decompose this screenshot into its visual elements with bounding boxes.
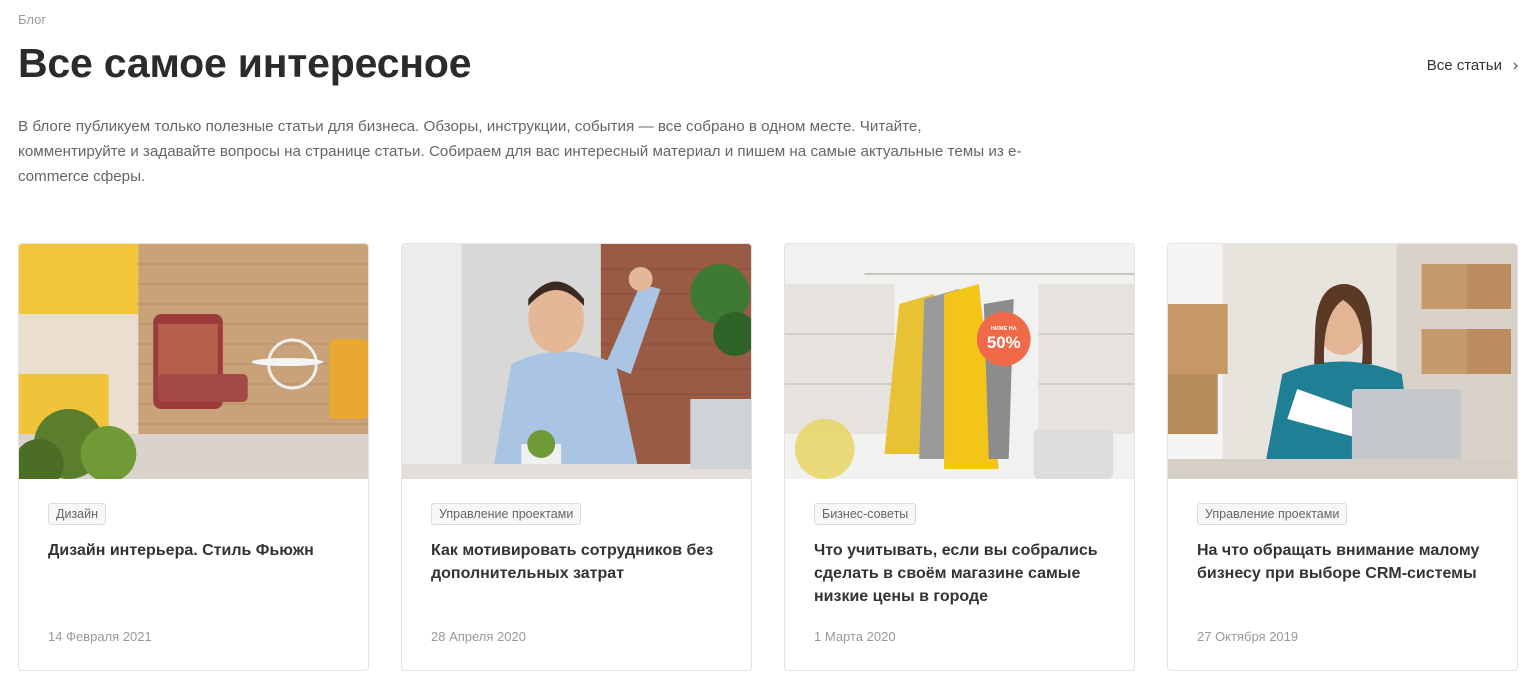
article-date: 28 Апреля 2020: [431, 629, 526, 644]
sale-badge-caption: НИЖЕ НА: [991, 326, 1017, 332]
sale-badge-value: 50%: [987, 333, 1021, 352]
article-date: 27 Октября 2019: [1197, 629, 1299, 644]
card-body: Управление проектами Как мотивировать со…: [431, 503, 731, 585]
article-cards: Дизайн Дизайн интерьера. Стиль Фьюжн 14 …: [18, 243, 1518, 671]
article-card[interactable]: Управление проектами Как мотивировать со…: [401, 243, 752, 671]
category-tag[interactable]: Управление проектами: [1197, 503, 1348, 525]
sale-clothes-rack-photo[interactable]: НИЖЕ НА 50%: [785, 244, 1134, 479]
article-date: 14 Февраля 2021: [48, 629, 152, 644]
all-articles-link[interactable]: Все статьи: [1427, 57, 1520, 74]
category-tag[interactable]: Дизайн: [48, 503, 107, 525]
article-title[interactable]: Как мотивировать сотрудников без дополни…: [431, 539, 721, 585]
breadcrumb[interactable]: Блог: [18, 12, 46, 27]
card-body: Управление проектами На что обращать вни…: [1197, 503, 1497, 585]
article-card[interactable]: Управление проектами На что обращать вни…: [1167, 243, 1518, 671]
category-tag[interactable]: Управление проектами: [431, 503, 582, 525]
interior-armchair-photo[interactable]: [19, 244, 368, 479]
happy-man-on-phone-photo[interactable]: [402, 244, 751, 479]
card-body: Дизайн Дизайн интерьера. Стиль Фьюжн: [48, 503, 348, 562]
article-title[interactable]: Что учитывать, если вы собрались сделать…: [814, 539, 1104, 608]
article-card[interactable]: НИЖЕ НА 50% Бизнес-советы Что учитывать,…: [784, 243, 1135, 671]
intro-text: В блоге публикуем только полезные статьи…: [18, 118, 1022, 185]
woman-with-laptop-photo[interactable]: [1168, 244, 1517, 479]
all-articles-label: Все статьи: [1426, 57, 1502, 74]
category-tag[interactable]: Бизнес-советы: [814, 503, 917, 525]
page-title: Все самое интересное: [18, 40, 472, 86]
article-title[interactable]: Дизайн интерьера. Стиль Фьюжн: [48, 539, 338, 562]
article-card[interactable]: Дизайн Дизайн интерьера. Стиль Фьюжн 14 …: [18, 243, 369, 671]
article-date: 1 Марта 2020: [814, 629, 896, 644]
article-title[interactable]: На что обращать внимание малому бизнесу …: [1197, 539, 1487, 585]
chevron-right-icon: [1513, 62, 1518, 69]
card-body: Бизнес-советы Что учитывать, если вы соб…: [814, 503, 1114, 608]
